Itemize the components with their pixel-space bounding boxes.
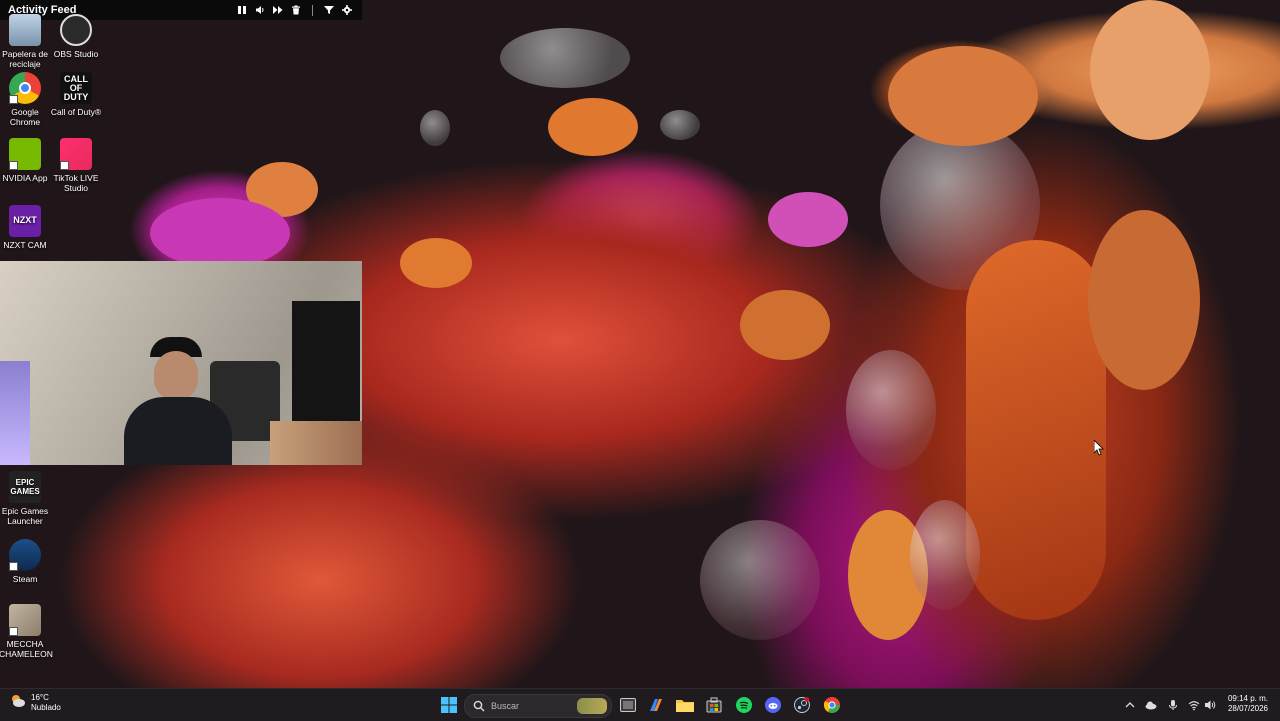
pause-icon[interactable]	[236, 4, 248, 16]
webcam-overlay	[0, 261, 362, 465]
desktop-icon-label: TikTok LIVE Studio	[53, 173, 99, 193]
chevron-up-icon[interactable]	[1124, 698, 1136, 710]
gear-icon[interactable]	[341, 4, 353, 16]
speaker-icon[interactable]	[1204, 698, 1216, 710]
volume-icon[interactable]	[254, 4, 266, 16]
discord-icon[interactable]	[762, 695, 784, 715]
filter-icon[interactable]	[323, 4, 335, 16]
spotify-icon[interactable]	[733, 695, 755, 715]
file-explorer-icon[interactable]	[674, 695, 696, 715]
desktop-icon-label: NZXT CAM	[3, 240, 47, 250]
chrome-icon	[9, 72, 41, 104]
recycle-bin-icon	[9, 14, 41, 46]
desktop-icon-label: Papelera de reciclaje	[2, 49, 48, 69]
desktop-icon-label: Call of Duty®	[50, 107, 102, 117]
microphone-icon[interactable]	[1167, 698, 1179, 710]
taskbar-search-box[interactable]: Buscar	[464, 694, 612, 718]
desktop-icon-tiktok-live-studio[interactable]: TikTok LIVE Studio	[50, 138, 102, 193]
desktop-icon-meccha-chameleon[interactable]: MECCHA CHAMELEON	[0, 604, 53, 659]
clock-date: 28/07/2026	[1227, 704, 1268, 713]
desktop-icon-recycle-bin[interactable]: Papelera de reciclaje	[0, 14, 51, 69]
obs-icon	[60, 14, 92, 46]
desktop-icon-google-chrome[interactable]: Google Chrome	[0, 72, 51, 127]
desktop-icon-label: Google Chrome	[9, 107, 41, 127]
desktop-icon-label: Epic Games Launcher	[1, 506, 49, 526]
clock-time: 09:14 p. m.	[1227, 694, 1268, 703]
wifi-icon[interactable]	[1188, 698, 1200, 711]
windows-start-icon[interactable]	[438, 695, 460, 715]
desktop-icon-label: Steam	[12, 574, 38, 584]
nvidia-icon	[9, 138, 41, 170]
chrome-taskbar-icon[interactable]	[821, 695, 843, 715]
cloudy-weather-icon	[12, 695, 25, 707]
desktop-icon-steam[interactable]: Steam	[0, 539, 51, 585]
onedrive-icon[interactable]	[1145, 698, 1157, 710]
trash-icon[interactable]	[290, 4, 302, 16]
skip-icon[interactable]	[272, 4, 284, 16]
taskbar: 16°C Nublado Buscar 09:14 p. m. 28/07/20…	[0, 688, 1280, 721]
search-highlight-icon	[577, 698, 607, 714]
desktop-icon-label: OBS Studio	[53, 49, 99, 59]
search-placeholder: Buscar	[491, 701, 520, 711]
weather-condition: Nublado	[31, 703, 61, 712]
mouse-cursor-icon	[1094, 440, 1104, 456]
tiktok-icon	[60, 138, 92, 170]
task-view-icon[interactable]	[617, 695, 639, 715]
meccha-chameleon-icon	[9, 604, 41, 636]
desktop-icon-obs-studio[interactable]: OBS Studio	[50, 14, 102, 60]
steam-icon	[9, 539, 41, 571]
control-separator	[312, 4, 313, 16]
copilot-icon[interactable]	[645, 695, 667, 715]
call-of-duty-icon: CALL OF DUTY	[60, 72, 92, 104]
store-icon[interactable]	[703, 695, 725, 715]
taskbar-clock[interactable]: 09:14 p. m. 28/07/2026	[1228, 694, 1268, 714]
desktop-icon-call-of-duty[interactable]: CALL OF DUTY Call of Duty®	[50, 72, 102, 118]
search-icon	[473, 700, 485, 712]
desktop-icon-label: MECCHA CHAMELEON	[0, 639, 53, 659]
desktop-icon-epic-games[interactable]: EPIC GAMES Epic Games Launcher	[0, 471, 51, 526]
desktop-icon-nvidia-app[interactable]: NVIDIA App	[0, 138, 51, 184]
epic-games-icon: EPIC GAMES	[9, 471, 41, 503]
nzxt-icon: NZXT	[9, 205, 41, 237]
steam-taskbar-icon[interactable]	[791, 695, 813, 715]
desktop-icon-label: NVIDIA App	[2, 173, 48, 183]
weather-temp: 16°C	[31, 693, 49, 702]
desktop-icon-nzxt-cam[interactable]: NZXT NZXT CAM	[0, 205, 51, 251]
weather-widget[interactable]: 16°C Nublado	[10, 693, 61, 713]
